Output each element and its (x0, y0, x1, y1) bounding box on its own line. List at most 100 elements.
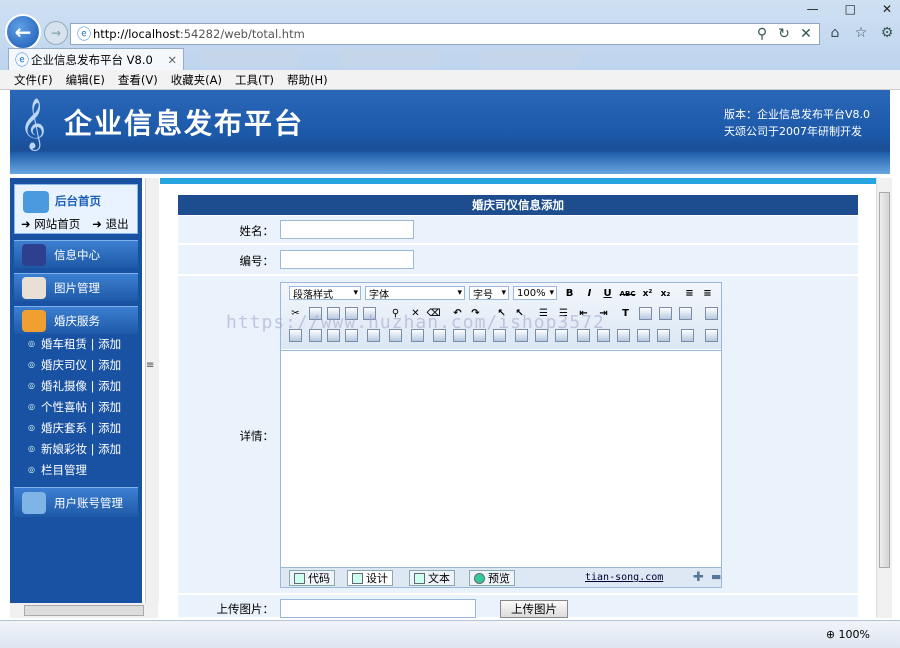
paragraph-style-select[interactable]: 段落样式 (289, 286, 361, 301)
date-icon[interactable] (637, 329, 650, 342)
subscript-icon[interactable]: x₂ (659, 287, 672, 300)
sidebar-scrollbar[interactable] (145, 178, 159, 603)
form-row-name: 姓名： (178, 216, 858, 244)
sidebar-sub-mc[interactable]: 婚庆司仪 | 添加 (14, 354, 138, 375)
italic-icon[interactable]: I (583, 287, 596, 300)
menu-view[interactable]: 查看(V) (118, 72, 158, 88)
sidebar-sub-video[interactable]: 婚礼摄像 | 添加 (14, 375, 138, 396)
mode-text-button[interactable]: 文本 (409, 570, 455, 586)
sidebar-sub-car-rental[interactable]: 婚车租赁 | 添加 (14, 333, 138, 354)
text-format-icon[interactable]: T (619, 307, 632, 320)
site-home-link[interactable]: ➜ 网站首页 (21, 216, 80, 232)
stop-icon[interactable]: ✕ (797, 25, 815, 43)
address-bar[interactable]: ⓔ http://localhost:54282/web/total.htm ⚲… (70, 23, 820, 45)
name-input[interactable] (280, 220, 414, 239)
sidebar-item-info-center[interactable]: 信息中心 (14, 240, 138, 268)
site-title: 企业信息发布平台 (64, 107, 305, 140)
search-icon[interactable]: ⚲ (753, 25, 771, 43)
page-break-icon[interactable] (681, 329, 694, 342)
form-title: 婚庆司仪信息添加 (178, 195, 858, 215)
bold-icon[interactable]: B (563, 287, 576, 300)
ie-tab-icon: ⓔ (15, 52, 29, 69)
font-size-select[interactable]: 字号 (469, 286, 509, 301)
text-icon (414, 572, 425, 584)
upload-path-input[interactable] (280, 599, 476, 618)
sidebar-sub-makeup[interactable]: 新娘彩妆 | 添加 (14, 438, 138, 459)
editor-mode-bar: 代码 设计 文本 预览 tian-song.com ✚ ▬ (281, 567, 721, 587)
browser-toolbar-icons: ⌂ ☆ ⚙ (826, 24, 896, 42)
close-window-button[interactable]: ✕ (882, 2, 892, 16)
menu-edit[interactable]: 编辑(E) (66, 72, 105, 88)
align-left-icon[interactable]: ≡ (683, 287, 696, 300)
frame-splitter-handle[interactable]: ≡ (146, 360, 154, 371)
strikethrough-icon[interactable]: ABC (620, 287, 636, 300)
name-label: 姓名： (239, 224, 275, 238)
underline-icon[interactable]: U (601, 287, 614, 300)
refresh-icon[interactable]: ↻ (775, 25, 793, 43)
maximize-button[interactable]: □ (845, 2, 856, 16)
design-icon (352, 572, 363, 584)
sidebar-item-account[interactable]: 用户账号管理 (14, 487, 138, 517)
zoom-level[interactable]: ⊕ 100% (826, 628, 870, 641)
image-icon (22, 276, 46, 299)
form-row-code: 编号： (178, 245, 858, 275)
superscript-icon[interactable]: x² (641, 287, 654, 300)
bg-color-icon[interactable] (659, 307, 672, 320)
minimize-button[interactable]: — (807, 2, 819, 16)
gear-icon[interactable]: ⚙ (878, 24, 896, 42)
site-banner: 𝄞 企业信息发布平台 版本：企业信息发布平台V8.0 天颂公司于2007年研制开… (10, 90, 890, 174)
zoom-select[interactable]: 100% (513, 286, 557, 300)
info-mascot-icon (22, 243, 46, 266)
menu-help[interactable]: 帮助(H) (287, 72, 328, 88)
sidebar-item-image-manage[interactable]: 图片管理 (14, 273, 138, 301)
upload-image-button[interactable]: 上传图片 (500, 600, 568, 618)
code-input[interactable] (280, 250, 414, 269)
menu-favorites[interactable]: 收藏夹(A) (171, 72, 222, 88)
main-content: 婚庆司仪信息添加 姓名： 编号： 详情： 段落样式 字体 字号 100% B I… (160, 178, 876, 618)
expand-plus-icon[interactable]: ✚ (693, 570, 704, 585)
close-tab-icon[interactable]: ✕ (167, 53, 177, 67)
logout-link[interactable]: ➜ 退出 (92, 216, 128, 232)
sidebar-horizontal-scrollbar[interactable] (10, 603, 158, 618)
maximize-editor-icon[interactable] (705, 329, 718, 342)
sidebar-home[interactable]: 后台首页 (55, 193, 101, 209)
forward-button[interactable]: → (44, 21, 68, 45)
mode-code-button[interactable]: 代码 (289, 570, 335, 586)
sidebar-item-wedding-service[interactable]: 婚庆服务 (14, 306, 138, 334)
time-icon[interactable] (657, 329, 670, 342)
mode-preview-button[interactable]: 预览 (469, 570, 515, 586)
tab-title: 企业信息发布平台 V8.0 (31, 52, 153, 67)
upload-label: 上传图片： (216, 602, 275, 616)
browser-tab[interactable]: ⓔ 企业信息发布平台 V8.0 ✕ (8, 48, 184, 70)
editor-body[interactable] (281, 350, 721, 566)
fullscreen-icon[interactable] (705, 307, 718, 320)
sidebar-sub-package[interactable]: 婚庆套系 | 添加 (14, 417, 138, 438)
back-button[interactable]: ← (5, 14, 41, 50)
editor-credit-link[interactable]: tian-song.com (585, 572, 663, 583)
highlight-icon[interactable] (679, 307, 692, 320)
menu-tools[interactable]: 工具(T) (235, 72, 274, 88)
blurred-tabs (200, 50, 580, 66)
detail-label: 详情： (239, 429, 275, 443)
align-center-icon[interactable]: ≡ (701, 287, 714, 300)
marquee-icon[interactable] (617, 329, 630, 342)
preview-globe-icon (474, 572, 485, 584)
window-controls: — □ ✕ (807, 2, 892, 16)
sidebar-sub-invitation[interactable]: 个性喜帖 | 添加 (14, 396, 138, 417)
mode-design-button[interactable]: 设计 (347, 570, 393, 586)
font-select[interactable]: 字体 (365, 286, 465, 301)
sidebar-sub-column-manage[interactable]: 栏目管理 (14, 459, 138, 480)
status-bar: ⊕ 100% (0, 620, 900, 648)
version-info: 版本：企业信息发布平台V8.0 天颂公司于2007年研制开发 (724, 106, 870, 140)
people-icon (22, 309, 46, 332)
favorites-star-icon[interactable]: ☆ (852, 24, 870, 42)
home-icon[interactable]: ⌂ (826, 24, 844, 42)
url-text: http://localhost:54282/web/total.htm (93, 27, 305, 41)
form-row-upload: 上传图片： 上传图片 (178, 595, 858, 618)
collapse-minus-icon[interactable]: ▬ (711, 570, 721, 583)
user-computer-icon (22, 491, 46, 514)
page-vertical-scrollbar[interactable] (876, 178, 892, 618)
code-label: 编号： (239, 254, 275, 268)
menu-file[interactable]: 文件(F) (14, 72, 53, 88)
text-color-icon[interactable] (639, 307, 652, 320)
